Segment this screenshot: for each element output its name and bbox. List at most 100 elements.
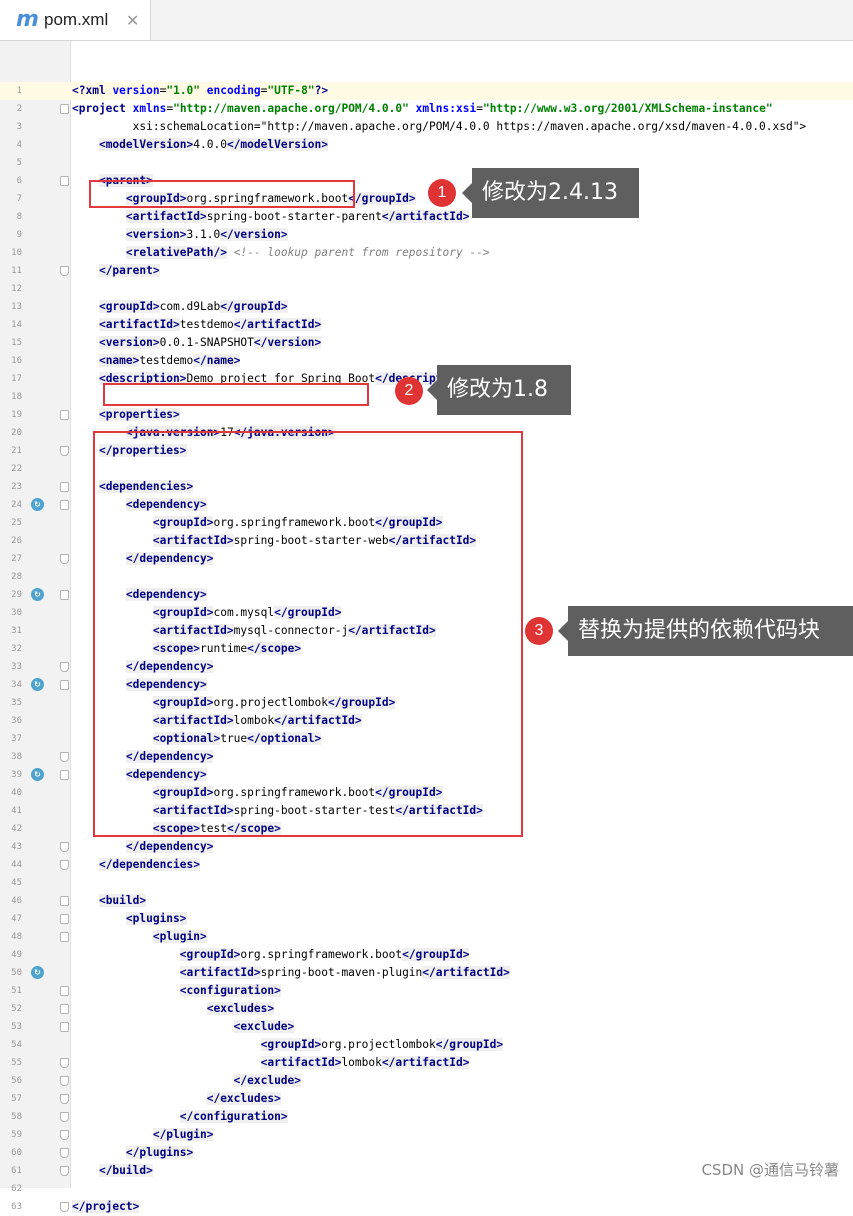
line-number: 1 bbox=[16, 86, 22, 96]
code-line[interactable]: 56 </exclude> bbox=[0, 1072, 853, 1090]
fold-end-icon[interactable] bbox=[60, 1112, 69, 1122]
maven-dependency-icon[interactable]: ↻ bbox=[31, 966, 44, 979]
code-text: <groupId>org.springframework.boot</group… bbox=[179, 948, 470, 961]
fold-end-icon[interactable] bbox=[60, 1148, 69, 1158]
fold-toggle-icon[interactable] bbox=[60, 104, 69, 114]
fold-end-icon[interactable] bbox=[60, 554, 69, 564]
code-line[interactable]: 54 <groupId>org.projectlombok</groupId> bbox=[0, 1036, 853, 1054]
maven-file-icon: m bbox=[16, 7, 39, 32]
code-line[interactable]: 5 bbox=[0, 154, 853, 172]
fold-end-icon[interactable] bbox=[60, 266, 69, 276]
code-line[interactable]: 53 <exclude> bbox=[0, 1018, 853, 1036]
line-number: 26 bbox=[11, 536, 22, 546]
code-line[interactable]: 43 </dependency> bbox=[0, 838, 853, 856]
code-line[interactable]: 55 <artifactId>lombok</artifactId> bbox=[0, 1054, 853, 1072]
maven-dependency-icon[interactable]: ↻ bbox=[31, 768, 44, 781]
code-line[interactable]: 8 <artifactId>spring-boot-starter-parent… bbox=[0, 208, 853, 226]
code-line[interactable]: 11 </parent> bbox=[0, 262, 853, 280]
maven-dependency-icon[interactable]: ↻ bbox=[31, 678, 44, 691]
fold-end-icon[interactable] bbox=[60, 1094, 69, 1104]
line-number: 55 bbox=[11, 1058, 22, 1068]
editor-tab-bar: m pom.xml ✕ bbox=[0, 0, 853, 41]
fold-toggle-icon[interactable] bbox=[60, 932, 69, 942]
code-line[interactable]: 12 bbox=[0, 280, 853, 298]
line-number: 50 bbox=[11, 968, 22, 978]
fold-end-icon[interactable] bbox=[60, 1076, 69, 1086]
line-number: 20 bbox=[11, 428, 22, 438]
fold-toggle-icon[interactable] bbox=[60, 590, 69, 600]
fold-end-icon[interactable] bbox=[60, 1202, 69, 1212]
code-line[interactable]: 62 bbox=[0, 1180, 853, 1198]
code-text: <relativePath/> <!-- lookup parent from … bbox=[125, 246, 490, 259]
code-line[interactable]: 9 <version>3.1.0</version> bbox=[0, 226, 853, 244]
fold-toggle-icon[interactable] bbox=[60, 176, 69, 186]
line-number: 44 bbox=[11, 860, 22, 870]
code-line[interactable]: 59 </plugin> bbox=[0, 1126, 853, 1144]
line-number: 42 bbox=[11, 824, 22, 834]
code-line[interactable]: 45 bbox=[0, 874, 853, 892]
code-line[interactable]: 3 xsi:schemaLocation="http://maven.apach… bbox=[0, 118, 853, 136]
fold-toggle-icon[interactable] bbox=[60, 1004, 69, 1014]
tab-pom-xml[interactable]: m pom.xml ✕ bbox=[0, 0, 151, 40]
maven-dependency-icon[interactable]: ↻ bbox=[31, 498, 44, 511]
code-line[interactable]: 63 </project> bbox=[0, 1198, 853, 1216]
fold-end-icon[interactable] bbox=[60, 1166, 69, 1176]
code-line[interactable]: 47 <plugins> bbox=[0, 910, 853, 928]
code-line[interactable]: 16 <name>testdemo</name> bbox=[0, 352, 853, 370]
line-number: 29 bbox=[11, 590, 22, 600]
fold-end-icon[interactable] bbox=[60, 860, 69, 870]
code-text: <?xml version="1.0" encoding="UTF-8"?> bbox=[72, 84, 329, 97]
code-text: </plugins> bbox=[125, 1146, 194, 1159]
code-line[interactable]: 14 <artifactId>testdemo</artifactId> bbox=[0, 316, 853, 334]
fold-toggle-icon[interactable] bbox=[60, 914, 69, 924]
code-line[interactable]: 10 <relativePath/> <!-- lookup parent fr… bbox=[0, 244, 853, 262]
code-line[interactable]: 13 <groupId>com.d9Lab</groupId> bbox=[0, 298, 853, 316]
highlight-box-java-version bbox=[103, 383, 369, 406]
code-line[interactable]: 46 <build> bbox=[0, 892, 853, 910]
fold-toggle-icon[interactable] bbox=[60, 896, 69, 906]
code-line[interactable]: 51 <configuration> bbox=[0, 982, 853, 1000]
line-number: 17 bbox=[11, 374, 22, 384]
code-line[interactable]: 58 </configuration> bbox=[0, 1108, 853, 1126]
code-line[interactable]: 48 <plugin> bbox=[0, 928, 853, 946]
close-icon[interactable]: ✕ bbox=[126, 11, 139, 30]
code-line[interactable]: 57 </excludes> bbox=[0, 1090, 853, 1108]
code-line[interactable]: 50 ↻ <artifactId>spring-boot-maven-plugin… bbox=[0, 964, 853, 982]
code-line[interactable]: 15 <version>0.0.1-SNAPSHOT</version> bbox=[0, 334, 853, 352]
code-line[interactable]: 44 </dependencies> bbox=[0, 856, 853, 874]
code-line[interactable]: 19 <properties> bbox=[0, 406, 853, 424]
fold-end-icon[interactable] bbox=[60, 1058, 69, 1068]
fold-toggle-icon[interactable] bbox=[60, 410, 69, 420]
fold-toggle-icon[interactable] bbox=[60, 500, 69, 510]
code-text: <artifactId>spring-boot-starter-parent</… bbox=[125, 210, 470, 223]
fold-toggle-icon[interactable] bbox=[60, 770, 69, 780]
line-number: 35 bbox=[11, 698, 22, 708]
line-number: 11 bbox=[11, 266, 22, 276]
maven-dependency-icon[interactable]: ↻ bbox=[31, 588, 44, 601]
code-line[interactable]: 4 <modelVersion>4.0.0</modelVersion> bbox=[0, 136, 853, 154]
fold-end-icon[interactable] bbox=[60, 446, 69, 456]
annotation-badge-1: 1 bbox=[428, 179, 456, 207]
annotation-callout-2: 修改为1.8 bbox=[427, 365, 571, 415]
line-number: 22 bbox=[11, 464, 22, 474]
fold-end-icon[interactable] bbox=[60, 842, 69, 852]
line-number: 33 bbox=[11, 662, 22, 672]
fold-toggle-icon[interactable] bbox=[60, 1022, 69, 1032]
code-text: <configuration> bbox=[179, 984, 281, 997]
code-text: <plugins> bbox=[125, 912, 187, 925]
line-number: 18 bbox=[11, 392, 22, 402]
line-number: 27 bbox=[11, 554, 22, 564]
code-text: <groupId>com.d9Lab</groupId> bbox=[98, 300, 288, 313]
code-line[interactable]: 2 <project xmlns="http://maven.apache.org… bbox=[0, 100, 853, 118]
fold-toggle-icon[interactable] bbox=[60, 482, 69, 492]
fold-toggle-icon[interactable] bbox=[60, 680, 69, 690]
fold-end-icon[interactable] bbox=[60, 1130, 69, 1140]
fold-toggle-icon[interactable] bbox=[60, 986, 69, 996]
code-line[interactable]: 52 <excludes> bbox=[0, 1000, 853, 1018]
code-text: xsi:schemaLocation="http://maven.apache.… bbox=[72, 120, 807, 133]
fold-end-icon[interactable] bbox=[60, 662, 69, 672]
code-line[interactable]: 49 <groupId>org.springframework.boot</gr… bbox=[0, 946, 853, 964]
code-text: </plugin> bbox=[152, 1128, 214, 1141]
fold-end-icon[interactable] bbox=[60, 752, 69, 762]
code-line[interactable]: 1 <?xml version="1.0" encoding="UTF-8"?> bbox=[0, 82, 853, 100]
